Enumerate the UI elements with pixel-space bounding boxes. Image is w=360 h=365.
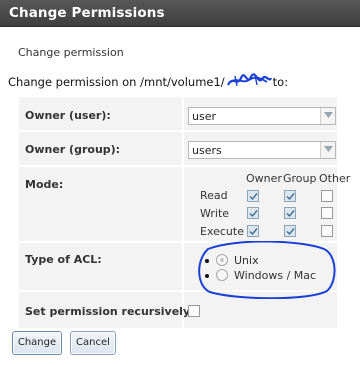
chevron-down-icon[interactable] bbox=[320, 108, 335, 124]
path-prefix: Change permission on /mnt/volume1/ bbox=[8, 75, 225, 89]
owner-group-value: users bbox=[192, 144, 222, 157]
redaction-scribble bbox=[226, 73, 272, 87]
dialog-titlebar[interactable]: Change Permissions bbox=[0, 0, 360, 27]
read-other-checkbox[interactable] bbox=[321, 190, 333, 202]
mode-row-execute: Execute bbox=[200, 225, 244, 238]
mode-col-group: Group bbox=[283, 172, 317, 185]
annotation-circle bbox=[198, 241, 336, 299]
recursive-checkbox[interactable] bbox=[188, 305, 200, 317]
mode-col-owner: Owner bbox=[246, 172, 282, 185]
path-suffix: to: bbox=[272, 75, 289, 89]
mode-label: Mode: bbox=[25, 178, 64, 191]
mode-col-other: Other bbox=[319, 172, 351, 185]
mode-row-read: Read bbox=[200, 189, 228, 202]
read-group-checkbox[interactable] bbox=[284, 190, 296, 202]
write-group-checkbox[interactable] bbox=[284, 207, 296, 219]
execute-other-checkbox[interactable] bbox=[321, 225, 333, 237]
change-button[interactable]: Change bbox=[12, 331, 62, 355]
path-line: Change permission on /mnt/volume1/ to: bbox=[8, 73, 288, 89]
owner-user-select[interactable]: user bbox=[188, 107, 336, 125]
cancel-button[interactable]: Cancel bbox=[70, 331, 116, 355]
owner-user-label: Owner (user): bbox=[25, 109, 111, 122]
write-other-checkbox[interactable] bbox=[321, 207, 333, 219]
read-owner-checkbox[interactable] bbox=[247, 190, 259, 202]
owner-group-label: Owner (group): bbox=[25, 143, 121, 156]
dialog-subheading: Change permission bbox=[18, 46, 124, 59]
dialog-title: Change Permissions bbox=[9, 5, 165, 21]
execute-group-checkbox[interactable] bbox=[284, 225, 296, 237]
owner-group-select[interactable]: users bbox=[188, 141, 336, 159]
recursive-label: Set permission recursively: bbox=[25, 305, 195, 318]
chevron-down-icon[interactable] bbox=[320, 142, 335, 158]
write-owner-checkbox[interactable] bbox=[247, 207, 259, 219]
acl-label: Type of ACL: bbox=[25, 253, 102, 266]
mode-row-write: Write bbox=[200, 207, 230, 220]
execute-owner-checkbox[interactable] bbox=[247, 225, 259, 237]
owner-user-value: user bbox=[192, 110, 216, 123]
